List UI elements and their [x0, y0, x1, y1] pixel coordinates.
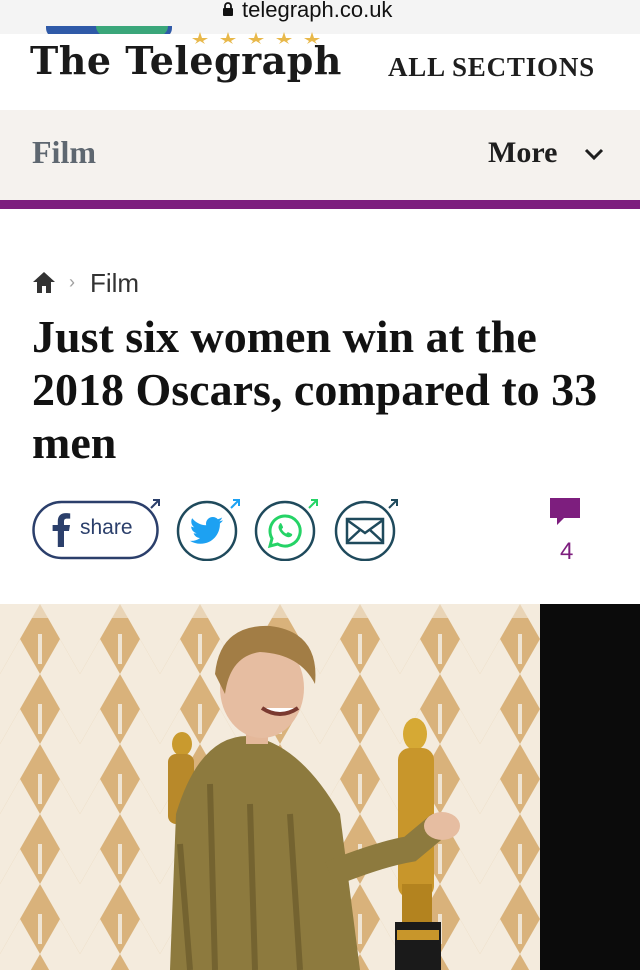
comment-icon — [550, 498, 580, 525]
breadcrumb-separator: › — [69, 272, 75, 292]
twitter-icon — [190, 517, 223, 544]
email-icon — [345, 517, 385, 545]
breadcrumb-item-film[interactable]: Film — [90, 268, 139, 299]
section-bar: Film More — [0, 110, 640, 200]
article-hero-image[interactable] — [0, 604, 640, 970]
telegraph-logo[interactable]: The Telegraph — [30, 38, 342, 83]
external-arrow-icon — [308, 499, 318, 509]
comments-button[interactable]: 4 — [548, 498, 582, 570]
article-headline: Just six women win at the 2018 Oscars, c… — [32, 311, 598, 468]
chevron-down-icon[interactable] — [582, 146, 606, 162]
facebook-share-button[interactable]: share — [32, 499, 160, 561]
facebook-share-label: share — [80, 516, 133, 539]
url-text[interactable]: telegraph.co.uk — [242, 0, 392, 23]
lock-icon — [223, 2, 233, 16]
whatsapp-icon — [267, 514, 302, 549]
external-arrow-icon — [388, 499, 398, 509]
external-arrow-icon — [150, 499, 160, 509]
section-accent-rule — [0, 200, 640, 209]
facebook-icon — [52, 513, 71, 547]
twitter-share-button[interactable] — [176, 499, 240, 561]
email-share-button[interactable] — [332, 499, 398, 561]
home-icon[interactable] — [32, 270, 56, 294]
masthead: The Telegraph ALL SECTIONS — [0, 32, 640, 110]
external-arrow-icon — [230, 499, 240, 509]
comment-count: 4 — [560, 538, 574, 565]
whatsapp-share-button[interactable] — [254, 499, 318, 561]
section-title-film[interactable]: Film — [32, 134, 96, 171]
more-menu-button[interactable]: More — [488, 136, 557, 170]
all-sections-button[interactable]: ALL SECTIONS — [388, 52, 595, 83]
